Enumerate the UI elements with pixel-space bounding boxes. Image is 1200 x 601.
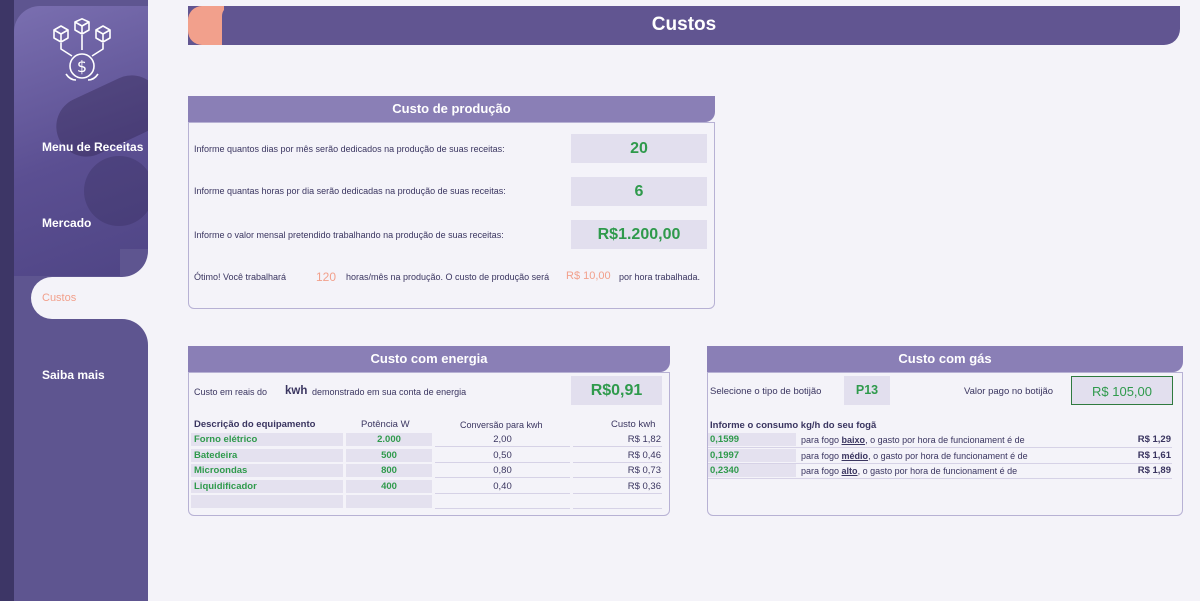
sidebar-photo-blur-2 [84,156,148,226]
equip-desc[interactable]: Forno elétrico [194,433,257,447]
resultado-text-a: Ótimo! Você trabalhará [194,272,287,282]
botijao-tipo-label: Selecione o tipo de botijão [710,386,822,397]
sidebar-item-menu-receitas[interactable]: Menu de Receitas [42,140,143,154]
equip-potencia[interactable]: 800 [346,464,432,478]
dias-question: Informe quantos dias por mês serão dedic… [194,144,505,154]
row-divider [435,446,570,447]
gasto-post: , o gasto por hora de funcionament é de [857,466,1018,476]
fogo-nivel: alto [841,466,858,476]
consumo-label: Informe o consumo kg/h do seu fogã [710,420,877,431]
equip-desc[interactable]: Microondas [194,464,247,478]
gasto-pre: para fogo [801,450,840,461]
botijao-valor-input[interactable]: R$ 105,00 [1071,376,1173,405]
equip-conversao: 0,50 [493,449,512,461]
empty-cell[interactable] [346,495,432,508]
row-divider [573,461,662,463]
equip-potencia[interactable]: 400 [346,480,432,494]
sidebar-item-mercado[interactable]: Mercado [42,216,91,230]
sidebar-item-saiba-mais[interactable]: Saiba mais [42,368,105,382]
equip-conversao: 0,80 [493,465,512,476]
dias-input[interactable]: 20 [571,134,707,163]
gasto-pre: para fogo [801,435,840,445]
cost-boxes-logo-icon: $ [53,18,111,81]
consumo-kg-input[interactable]: 0,1997 [710,449,739,463]
consumo-kg-input[interactable]: 0,2340 [710,464,739,478]
col-descricao: Descrição do equipamento [194,419,316,430]
empty-cell[interactable] [191,495,343,508]
kwh-label-b: kwh [285,385,308,397]
equip-custo: R$ 1,82 [627,434,661,445]
kwh-value-input[interactable]: R$0,91 [571,376,662,405]
horas-input[interactable]: 6 [571,177,707,206]
gasto-post: , o gasto por hora de funcionament é de [868,450,1028,461]
row-divider [708,478,1172,479]
col-potencia: Potência W [361,419,410,430]
row-divider [435,461,570,463]
equip-conversao: 0,40 [493,480,512,492]
gasto-post: , o gasto por hora de funcionament é de [865,435,1025,445]
gasto-hora-valor: R$ 1,29 [1137,434,1171,445]
botijao-valor-label: Valor pago no botijão [964,386,1054,397]
sidebar-item-custos[interactable]: Custos [42,292,76,304]
gasto-hora-valor: R$ 1,61 [1137,449,1171,461]
equip-desc[interactable]: Liquidificador [194,480,257,494]
col-conversao: Conversão para kwh [460,420,543,430]
row-divider [573,446,662,447]
equip-potencia[interactable]: 2.000 [346,433,432,447]
equip-potencia[interactable]: 500 [346,449,432,463]
active-tab-curve-top [120,249,148,277]
row-divider [435,477,570,478]
equip-custo: R$ 0,36 [627,480,661,492]
row-divider [573,508,662,509]
gasto-pre: para fogo [801,466,840,476]
gasto-descricao: para fogo alto, o gasto por hora de func… [801,464,1017,478]
gas-card-title: Custo com gás [707,346,1183,372]
producao-card-title: Custo de produção [188,96,715,122]
page-title: Custos [651,14,717,35]
gasto-descricao: para fogo médio, o gasto por hora de fun… [801,449,1028,463]
kwh-label-c: demonstrado em sua conta de energia [312,387,467,397]
fogo-nivel: baixo [841,435,866,445]
active-tab-curve-bottom [120,319,148,347]
gasto-hora-valor: R$ 1,89 [1137,465,1171,476]
resultado-horas: 120 [316,270,337,284]
fogo-nivel: médio [841,450,869,461]
kwh-label-a: Custo em reais do [194,387,268,397]
equip-conversao: 2,00 [493,434,512,445]
row-divider [435,508,570,509]
resultado-text-c: por hora trabalhada. [619,272,701,282]
botijao-tipo-select[interactable]: P13 [844,376,890,405]
horas-question: Informe quantas horas por dia serão dedi… [194,186,506,196]
row-divider [573,492,662,494]
gasto-descricao: para fogo baixo, o gasto por hora de fun… [801,433,1025,447]
col-custo: Custo kwh [611,419,656,430]
valor-question: Informe o valor mensal pretendido trabal… [194,230,504,240]
equip-desc[interactable]: Batedeira [194,449,237,463]
equip-custo: R$ 0,46 [627,449,661,461]
svg-text:$: $ [77,57,87,76]
energia-card-title: Custo com energia [188,346,670,372]
row-divider [573,477,662,478]
resultado-text-b: horas/mês na produção. O custo de produç… [346,272,550,282]
sidebar-edge [0,0,14,601]
row-divider [435,492,570,494]
equip-custo: R$ 0,73 [627,465,661,476]
consumo-kg-input[interactable]: 0,1599 [710,433,739,447]
resultado-custo-hora: R$ 10,00 [566,270,611,282]
valor-mensal-input[interactable]: R$1.200,00 [571,220,707,249]
